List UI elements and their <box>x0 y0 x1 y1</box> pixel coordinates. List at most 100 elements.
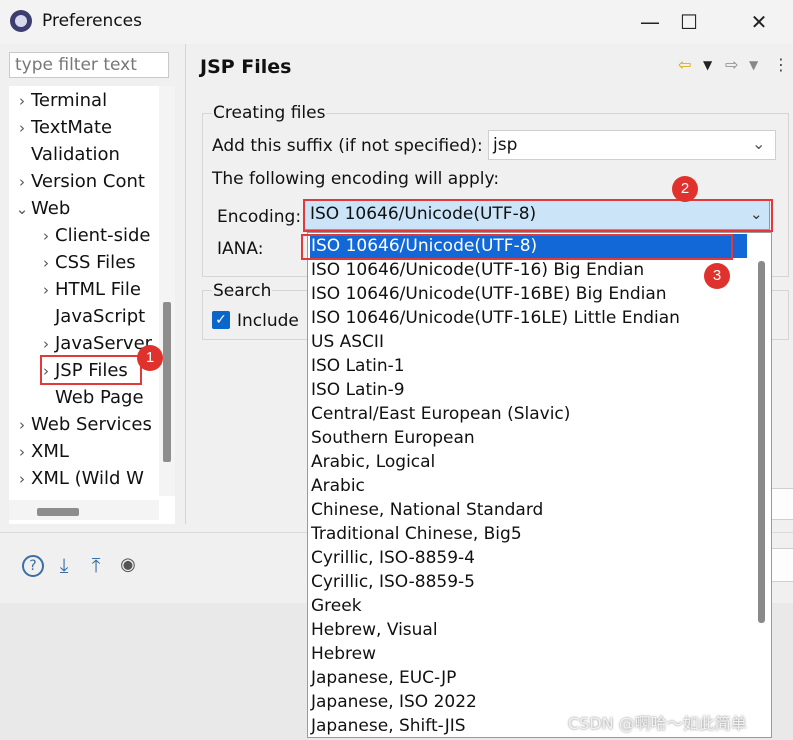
annotation-box-utf8-option <box>301 234 733 260</box>
pane-divider[interactable] <box>185 44 186 524</box>
chevron-right-icon[interactable]: › <box>13 466 31 493</box>
window-title: Preferences <box>42 11 142 31</box>
back-menu-chevron-icon[interactable]: ▼ <box>703 58 712 72</box>
encoding-option[interactable]: ISO 10646/Unicode(UTF-16BE) Big Endian <box>310 282 747 306</box>
forward-arrow-icon[interactable]: ⇨ <box>725 55 738 74</box>
import-icon[interactable]: ⤓ <box>52 553 76 577</box>
tree-item[interactable]: › Version Cont <box>13 168 145 195</box>
page-title: JSP Files <box>200 56 292 78</box>
title-bar[interactable]: Preferences — ☐ ✕ <box>0 0 793 44</box>
eclipse-app-icon <box>10 10 32 32</box>
tree-item[interactable]: › Web Services <box>13 411 152 438</box>
include-label: Include <box>237 311 299 331</box>
tree-item[interactable]: › TextMate <box>13 114 112 141</box>
chevron-right-icon[interactable]: › <box>13 169 31 196</box>
annotation-badge-1: 1 <box>137 345 163 371</box>
creating-files-group-label: Creating files <box>212 103 327 123</box>
encoding-option[interactable]: Cyrillic, ISO-8859-5 <box>310 570 747 594</box>
chevron-right-icon[interactable]: › <box>37 331 55 358</box>
encoding-dropdown-list[interactable]: ISO 10646/Unicode(UTF-8) ISO 10646/Unicod… <box>307 232 772 738</box>
preferences-tree: › Terminal › TextMate Validation › Version Con… <box>9 86 175 524</box>
tree-item-label: JavaServer <box>55 333 153 354</box>
tree-item[interactable]: JavaScript <box>37 303 145 330</box>
tree-item-label: Version Cont <box>31 171 145 192</box>
apply-button[interactable] <box>770 488 793 520</box>
encoding-option[interactable]: ISO 10646/Unicode(UTF-16) Big Endian <box>310 258 747 282</box>
tree-item-label: XML (Wild W <box>31 468 144 489</box>
tree-item-label: TextMate <box>31 117 113 138</box>
chevron-right-icon[interactable]: › <box>37 277 55 304</box>
apply-and-close-button[interactable] <box>770 548 793 582</box>
encoding-option[interactable]: Chinese, National Standard <box>310 498 747 522</box>
tree-item[interactable]: › HTML File <box>37 276 141 303</box>
suffix-label: Add this suffix (if not specified): <box>212 136 483 156</box>
tree-item[interactable]: › CSS Files <box>37 249 136 276</box>
tree-item-label: CSS Files <box>55 252 136 273</box>
encoding-option[interactable]: Hebrew, Visual <box>310 618 747 642</box>
export-icon[interactable]: ⤒ <box>84 553 108 577</box>
tree-item[interactable]: › XML <box>13 438 69 465</box>
minimize-button[interactable]: — <box>632 6 668 38</box>
encoding-option[interactable]: ISO 10646/Unicode(UTF-16LE) Little Endia… <box>310 306 747 330</box>
encoding-option[interactable]: Southern European <box>310 426 747 450</box>
watermark-text: CSDN @啊哈～如此简单 <box>568 714 747 733</box>
iana-label: IANA: <box>217 239 264 259</box>
chevron-right-icon[interactable]: › <box>13 439 31 466</box>
tree-item-label: Validation <box>31 144 120 165</box>
annotation-box-jsp-files <box>40 355 142 385</box>
chevron-right-icon[interactable]: › <box>13 412 31 439</box>
tree-item-label: Web <box>31 198 71 219</box>
tree-item-label: HTML File <box>55 279 141 300</box>
chevron-right-icon[interactable]: › <box>37 223 55 250</box>
annotation-badge-2: 2 <box>672 176 698 202</box>
record-icon[interactable]: ◉ <box>116 553 140 577</box>
close-button[interactable]: ✕ <box>741 6 777 38</box>
annotation-box-encoding <box>303 199 773 232</box>
encoding-option[interactable]: Greek <box>310 594 747 618</box>
tree-item-label: XML <box>31 441 69 462</box>
chevron-down-icon[interactable]: ⌄ <box>752 134 765 153</box>
tree-item-label: Terminal <box>31 90 108 111</box>
tree-item[interactable]: › Client-side <box>37 222 150 249</box>
encoding-option[interactable]: Traditional Chinese, Big5 <box>310 522 747 546</box>
tree-item-label: Web Services <box>31 414 152 435</box>
tree-vertical-scroll-thumb[interactable] <box>163 302 171 462</box>
maximize-button[interactable]: ☐ <box>671 6 707 38</box>
suffix-combo[interactable] <box>488 130 776 160</box>
encoding-option[interactable]: Central/East European (Slavic) <box>310 402 747 426</box>
encoding-option[interactable]: Cyrillic, ISO-8859-4 <box>310 546 747 570</box>
chevron-down-icon[interactable]: ⌄ <box>13 196 31 223</box>
tree-item[interactable]: Validation <box>13 141 120 168</box>
help-icon[interactable]: ? <box>22 555 44 577</box>
tree-item[interactable]: ⌄ Web <box>13 195 71 223</box>
chevron-right-icon[interactable]: › <box>13 115 31 142</box>
view-menu-icon[interactable]: ⋮ <box>773 55 789 74</box>
back-arrow-icon[interactable]: ⇦ <box>678 55 691 74</box>
encoding-option[interactable]: Hebrew <box>310 642 747 666</box>
tree-item[interactable]: Web Page <box>37 384 144 411</box>
tree-item-label: Web Page <box>55 387 144 408</box>
tree-item-label: Client-side <box>55 225 151 246</box>
suffix-value: jsp <box>493 135 518 155</box>
tree-item[interactable]: › XML (Wild W <box>13 465 144 492</box>
encoding-option[interactable]: ISO Latin-9 <box>310 378 747 402</box>
chevron-right-icon[interactable]: › <box>13 88 31 115</box>
encoding-option[interactable]: US ASCII <box>310 330 747 354</box>
encoding-option[interactable]: Arabic, Logical <box>310 450 747 474</box>
encoding-option[interactable]: Arabic <box>310 474 747 498</box>
tree-item[interactable]: › JavaServer <box>37 330 152 357</box>
chevron-right-icon[interactable]: › <box>37 250 55 277</box>
forward-menu-chevron-icon[interactable]: ▼ <box>749 58 758 72</box>
annotation-badge-3: 3 <box>704 263 730 289</box>
tree-horizontal-scrollbar[interactable] <box>9 500 159 520</box>
filter-input[interactable] <box>9 52 169 78</box>
tree-item-label: JavaScript <box>55 306 146 327</box>
encoding-option[interactable]: ISO Latin-1 <box>310 354 747 378</box>
encoding-apply-label: The following encoding will apply: <box>212 169 500 189</box>
encoding-label: Encoding: <box>217 207 302 227</box>
tree-horizontal-scroll-thumb[interactable] <box>37 508 79 516</box>
dropdown-scroll-thumb[interactable] <box>758 261 765 623</box>
include-checkbox[interactable]: ✓ <box>212 311 230 329</box>
tree-item[interactable]: › Terminal <box>13 87 107 114</box>
encoding-option[interactable]: Japanese, EUC-JP <box>310 666 747 690</box>
